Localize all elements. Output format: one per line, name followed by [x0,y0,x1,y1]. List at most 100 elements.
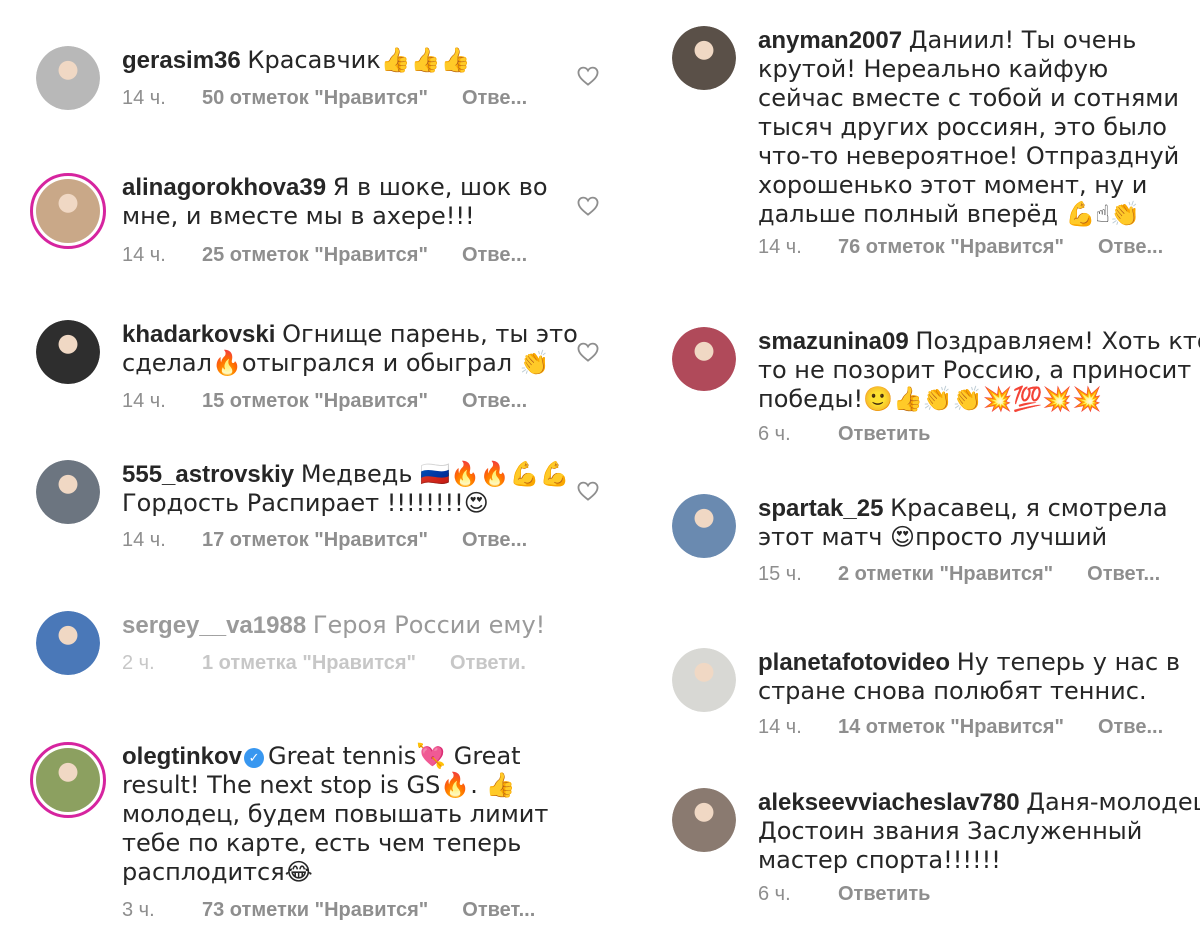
comment-line: Даниил! Ты очень [908,26,1137,54]
comment-meta: 14 ч. 25 отметок "Нравится" Отве... [122,243,527,267]
comment-meta: 14 ч. 17 отметок "Нравится" Отве... [122,528,527,552]
avatar[interactable] [36,320,100,384]
avatar[interactable] [36,460,100,524]
reply-button[interactable]: Ответить [838,882,930,906]
comment-line: Красавчик👍👍👍 [247,46,471,74]
comment-line: стране снова полюбят теннис. [758,677,1147,705]
comment-text: khadarkovski Огнище парень, ты это сделал… [122,320,578,378]
comment-line: хорошенько этот момент, ну и [758,171,1148,199]
comment-meta: 15 ч. 2 отметки "Нравится" Ответ... [758,562,1160,586]
reply-button[interactable]: Ответить [838,422,930,446]
avatar[interactable] [30,742,106,818]
comment-meta: 3 ч. 73 отметки "Нравится" Ответ... [122,898,535,922]
reply-button[interactable]: Отве... [462,389,527,413]
comment-time: 6 ч. [758,423,791,445]
comment-meta: 6 ч. Ответить [758,422,930,446]
comment-line: сделал🔥отыгрался и обыграл 👏 [122,349,550,377]
comment-time: 3 ч. [122,899,155,921]
comment-line: Медведь 🇷🇺🔥🔥💪💪 [300,460,570,488]
reply-button[interactable]: Отве... [1098,715,1163,739]
reply-button[interactable]: Ответи. [450,651,526,675]
avatar[interactable] [36,611,100,675]
comment-line: Поздравляем! Хоть кто [915,327,1200,355]
like-heart-icon[interactable] [577,481,599,501]
avatar-image [672,648,736,712]
reply-button[interactable]: Ответ... [1087,562,1160,586]
comment-likes[interactable]: 15 отметок "Нравится" [202,389,428,413]
comment-line: result! The next stop is GS🔥. 👍 [122,771,516,799]
comment-username[interactable]: alinagorokhova39 [122,174,326,201]
avatar-image [36,460,100,524]
comment-likes[interactable]: 2 отметки "Нравится" [838,562,1053,586]
comment-username[interactable]: alekseevviacheslav780 [758,789,1020,816]
comment-likes[interactable]: 1 отметка "Нравится" [202,651,416,675]
avatar-image [672,26,736,90]
comment-meta: 14 ч. 15 отметок "Нравится" Отве... [122,389,527,413]
comment-text: 555_astrovskiy Медведь 🇷🇺🔥🔥💪💪 Гордость Ра… [122,460,570,518]
comment-line: Красавец, я смотрела [890,494,1168,522]
comment-text: planetafotovideo Ну теперь у нас в стране… [758,648,1198,706]
comment-username[interactable]: anyman2007 [758,27,902,54]
comment-likes[interactable]: 50 отметок "Нравится" [202,86,428,110]
comment-username[interactable]: olegtinkov [122,743,242,770]
comment-text: gerasim36 Красавчик👍👍👍 [122,46,562,75]
comment-line: Героя России ему! [312,611,546,639]
comment-text: alinagorokhova39 Я в шоке, шок во мне, и … [122,173,562,231]
reply-button[interactable]: Ответ... [462,898,535,922]
comment-username[interactable]: gerasim36 [122,47,241,74]
comment-likes[interactable]: 25 отметок "Нравится" [202,243,428,267]
comment-username[interactable]: 555_astrovskiy [122,461,294,488]
comment-line: то не позорит Россию, а приносит [758,356,1192,384]
comment-username[interactable]: planetafotovideo [758,649,950,676]
comment-line: молодец, будем повышать лимит [122,800,549,828]
comment-line: победы!🙂👍👏👏💥💯💥💥 [758,385,1103,413]
comment-line: Я в шоке, шок во [332,173,548,201]
comment-time: 14 ч. [122,390,166,412]
avatar[interactable] [672,788,736,852]
avatar-image [36,611,100,675]
like-heart-icon[interactable] [577,66,599,86]
comment-line: тысяч других россиян, это было [758,113,1167,141]
comment-time: 2 ч. [122,652,155,674]
comment-line: Ну теперь у нас в [956,648,1180,676]
comment-meta: 14 ч. 76 отметок "Нравится" Отве... [758,235,1163,259]
avatar-image [36,320,100,384]
avatar[interactable] [672,494,736,558]
comment-text: alekseevviacheslav780 Даня-молодец! Досто… [758,788,1200,875]
avatar[interactable] [672,648,736,712]
comment-meta: 6 ч. Ответить [758,882,930,906]
comment-time: 14 ч. [122,529,166,551]
comment-username[interactable]: spartak_25 [758,495,883,522]
comment-line: этот матч 😍просто лучший [758,523,1108,551]
reply-button[interactable]: Отве... [462,528,527,552]
comment-likes[interactable]: 73 отметки "Нравится" [202,898,428,922]
comment-username[interactable]: khadarkovski [122,321,275,348]
like-heart-icon[interactable] [577,342,599,362]
reply-button[interactable]: Отве... [1098,235,1163,259]
comment-likes[interactable]: 76 отметок "Нравится" [838,235,1064,259]
avatar[interactable] [36,46,100,110]
avatar-image [672,494,736,558]
comment-likes[interactable]: 14 отметок "Нравится" [838,715,1064,739]
reply-button[interactable]: Отве... [462,243,527,267]
comment-text: spartak_25 Красавец, я смотрела этот матч… [758,494,1198,552]
like-heart-icon[interactable] [577,196,599,216]
avatar[interactable] [672,327,736,391]
comment-line: Достоин звания Заслуженный [758,817,1143,845]
comment-text: sergey__va1988 Героя России ему! [122,611,562,640]
comment-line: тебе по карте, есть чем теперь [122,829,522,857]
comment-username[interactable]: sergey__va1988 [122,612,306,639]
comment-time: 14 ч. [122,87,166,109]
comment-likes[interactable]: 17 отметок "Нравится" [202,528,428,552]
comment-line: Даня-молодец! [1026,788,1200,816]
avatar[interactable] [30,173,106,249]
comment-line: мне, и вместе мы в ахере!!! [122,202,475,230]
avatar-image [36,179,100,243]
comment-time: 14 ч. [758,236,802,258]
comment-time: 14 ч. [122,244,166,266]
reply-button[interactable]: Отве... [462,86,527,110]
comment-line: расплодится😂 [122,858,313,886]
comment-username[interactable]: smazunina09 [758,328,909,355]
avatar[interactable] [672,26,736,90]
column-divider [599,0,602,939]
